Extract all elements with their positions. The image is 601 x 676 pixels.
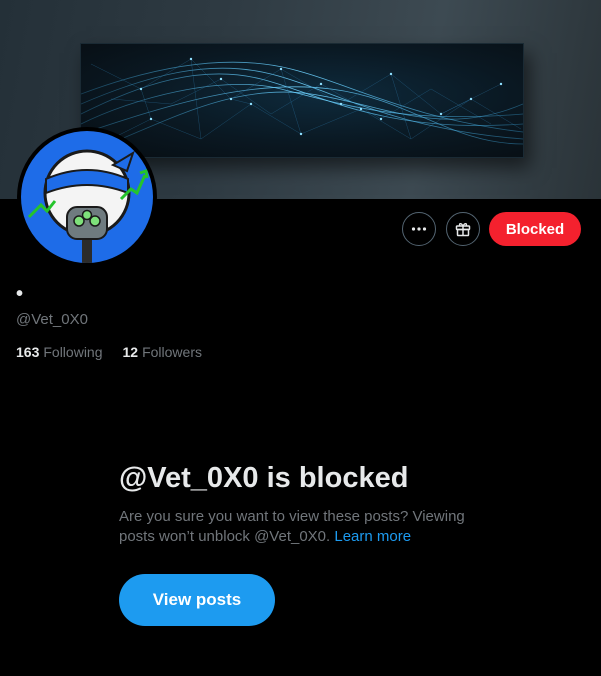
- blocked-description: Are you sure you want to view these post…: [119, 507, 491, 547]
- more-horizontal-icon: [411, 227, 427, 231]
- following-label: Following: [43, 344, 103, 360]
- avatar-image: [21, 131, 153, 263]
- avatar[interactable]: [17, 127, 157, 267]
- profile-handle: @Vet_0X0: [16, 311, 88, 328]
- banner-image: [80, 43, 524, 158]
- following-count: 163: [16, 344, 40, 360]
- robot-mascot-graphic: [27, 149, 149, 263]
- followers-link[interactable]: 12 Followers: [123, 344, 202, 360]
- followers-count: 12: [122, 344, 139, 360]
- network-wave-graphic: [81, 57, 523, 145]
- profile-page: Blocked • @Vet_0X0 163 Following 12 Follow…: [0, 0, 601, 676]
- profile-stats: 163 Following 12 Followers: [16, 344, 202, 360]
- blocked-button[interactable]: Blocked: [489, 212, 581, 246]
- gift-icon: [455, 223, 471, 237]
- blocked-description-text: Are you sure you want to view these post…: [119, 508, 465, 545]
- view-posts-button[interactable]: View posts: [119, 574, 275, 626]
- followers-label: Followers: [142, 344, 202, 360]
- gift-button[interactable]: [446, 212, 480, 246]
- learn-more-link[interactable]: Learn more: [334, 528, 411, 545]
- display-name: •: [16, 283, 24, 305]
- blocked-title: @Vet_0X0 is blocked: [119, 462, 409, 494]
- more-options-button[interactable]: [402, 212, 436, 246]
- following-link[interactable]: 163 Following: [16, 344, 103, 360]
